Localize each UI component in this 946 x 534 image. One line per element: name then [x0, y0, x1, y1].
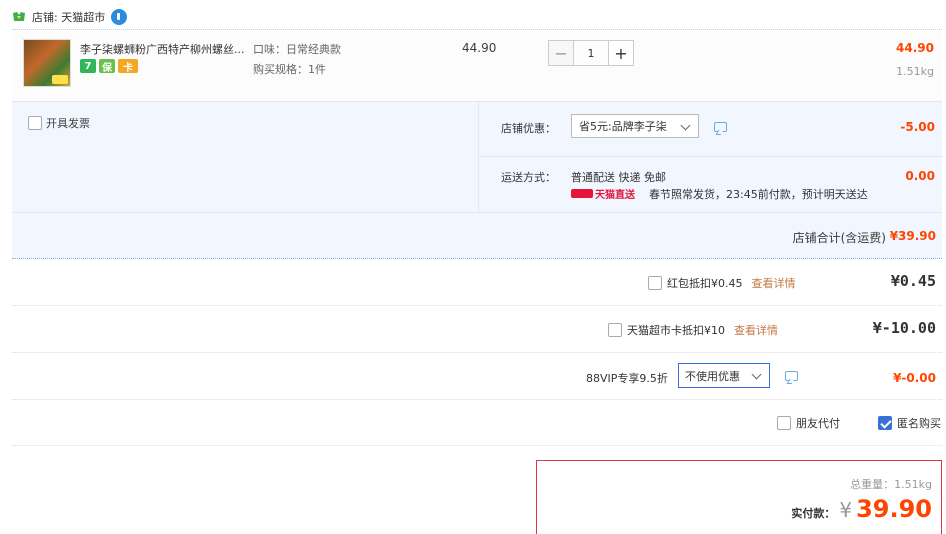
- unit-price: 44.90: [462, 41, 497, 55]
- shop-icon: [13, 12, 25, 21]
- shop-name[interactable]: 店铺: 天猫超市: [32, 9, 105, 25]
- coupon-label: 店铺优惠：: [501, 122, 556, 135]
- card-checkbox[interactable]: [608, 323, 622, 337]
- shipping-row: 运送方式： 普通配送 快递 免邮 天猫直送 春节照常发货，23:45前付款，预计…: [479, 157, 943, 213]
- actual-payment-amount: 39.90: [856, 495, 932, 523]
- service-badges: 7 保 卡: [80, 59, 138, 74]
- anonymous-option[interactable]: 匿名购买: [878, 415, 941, 431]
- card-label: 天猫超市卡抵扣¥10: [627, 324, 725, 337]
- tmall-direct-tag: 天猫直送: [571, 186, 635, 201]
- line-total: 44.90: [896, 41, 934, 55]
- vip-label: 88VIP专享9.5折: [586, 372, 668, 385]
- chevron-down-icon: [751, 369, 762, 380]
- product-title[interactable]: 李子柒螺蛳粉广西特产柳州螺丝...: [80, 41, 252, 57]
- shipping-label: 运送方式：: [501, 171, 556, 184]
- card-payment-icon[interactable]: 卡: [118, 59, 138, 74]
- shipping-note: 春节照常发货，23:45前付款，预计明天送达: [649, 188, 868, 201]
- redpack-row: 红包抵扣¥0.45 查看详情 ¥0.45: [12, 259, 942, 306]
- quantity-input[interactable]: 1: [574, 40, 608, 66]
- line-weight: 1.51kg: [896, 65, 934, 78]
- shop-coupon-row: 店铺优惠： 省5元:品牌李子柒 -5.00: [479, 102, 943, 157]
- total-weight: 总重量：1.51kg: [850, 478, 932, 491]
- vip-select[interactable]: 不使用优惠: [678, 363, 770, 388]
- coupon-select-value: 省5元:品牌李子柒: [579, 120, 667, 133]
- redpack-label: 红包抵扣¥0.45: [667, 277, 743, 290]
- chevron-down-icon: [680, 120, 691, 131]
- seven-day-return-icon[interactable]: 7: [80, 59, 96, 73]
- quantity-stepper: − 1 +: [548, 40, 634, 66]
- shop-total-row: 店铺合计(含运费) ¥39.90: [12, 212, 942, 259]
- sku-spec: 购买规格：1件: [253, 63, 326, 76]
- quantity-minus-button[interactable]: −: [548, 40, 574, 66]
- friend-pay-checkbox[interactable]: [777, 416, 791, 430]
- quantity-plus-button[interactable]: +: [608, 40, 634, 66]
- friend-pay-option[interactable]: 朋友代付: [777, 415, 840, 431]
- redpack-amount: ¥0.45: [890, 272, 936, 290]
- currency-symbol: ¥: [839, 498, 853, 522]
- tmall-direct-text: 天猫直送: [595, 190, 635, 201]
- redpack-checkbox[interactable]: [648, 276, 662, 290]
- message-icon[interactable]: [714, 122, 727, 132]
- payment-summary: 总重量：1.51kg 实付款： ¥ 39.90: [536, 460, 942, 534]
- invoice-option[interactable]: 开具发票: [28, 115, 90, 131]
- supermarket-card-row: 天猫超市卡抵扣¥10 查看详情 ¥-10.00: [12, 306, 942, 353]
- cart-item: 李子柒螺蛳粉广西特产柳州螺丝... 7 保 卡 口味：日常经典款 购买规格：1件…: [12, 29, 942, 101]
- order-options-panel: 开具发票 店铺优惠： 省5元:品牌李子柒 -5.00 运送方式： 普通配送 快递…: [12, 101, 943, 213]
- card-option[interactable]: 天猫超市卡抵扣¥10 查看详情: [608, 322, 778, 338]
- redpack-option[interactable]: 红包抵扣¥0.45 查看详情: [648, 275, 796, 291]
- promo-right-panel: 店铺优惠： 省5元:品牌李子柒 -5.00 运送方式： 普通配送 快递 免邮 天…: [478, 102, 943, 213]
- invoice-checkbox[interactable]: [28, 116, 42, 130]
- shipping-method: 普通配送 快递 免邮: [571, 171, 666, 184]
- product-thumbnail[interactable]: [23, 39, 71, 87]
- tmall-logo-icon: [571, 189, 593, 198]
- anonymous-label: 匿名购买: [897, 417, 941, 430]
- card-details-link[interactable]: 查看详情: [734, 322, 778, 338]
- coupon-select[interactable]: 省5元:品牌李子柒: [571, 114, 699, 138]
- redpack-details-link[interactable]: 查看详情: [752, 275, 796, 291]
- checkout-options-row: 朋友代付 匿名购买: [12, 400, 942, 446]
- actual-payment: 实付款： ¥ 39.90: [791, 495, 932, 523]
- wangwang-icon[interactable]: [111, 9, 128, 25]
- shop-total-value: ¥39.90: [889, 229, 936, 243]
- guarantee-icon[interactable]: 保: [99, 59, 115, 74]
- invoice-label: 开具发票: [46, 117, 90, 130]
- card-amount: ¥-10.00: [872, 319, 936, 337]
- friend-pay-label: 朋友代付: [796, 417, 840, 430]
- shop-total-label: 店铺合计(含运费): [792, 231, 886, 245]
- sku-flavor: 口味：日常经典款: [253, 43, 341, 56]
- anonymous-checkbox[interactable]: [878, 416, 892, 430]
- actual-payment-label: 实付款：: [791, 507, 836, 520]
- shop-header: 店铺: 天猫超市: [12, 6, 128, 28]
- vip-row: 88VIP专享9.5折 不使用优惠 ¥-0.00: [12, 353, 942, 400]
- coupon-discount: -5.00: [900, 120, 935, 134]
- message-icon[interactable]: [785, 371, 798, 381]
- shipping-fee: 0.00: [905, 169, 935, 183]
- vip-amount: ¥-0.00: [893, 371, 936, 385]
- vip-select-value: 不使用优惠: [685, 369, 740, 383]
